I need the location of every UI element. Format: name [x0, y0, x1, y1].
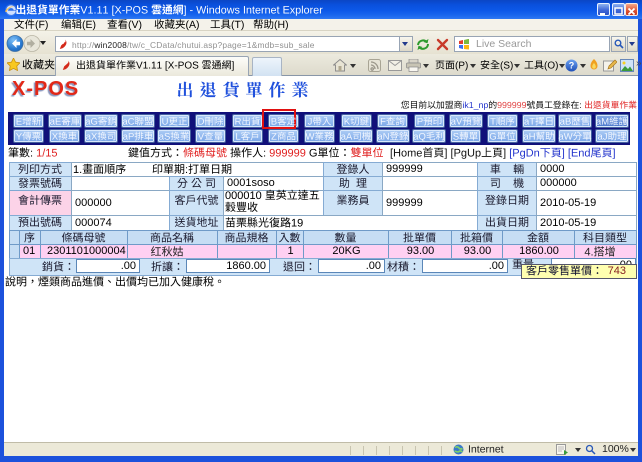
svg-text:?: ?: [569, 61, 575, 71]
